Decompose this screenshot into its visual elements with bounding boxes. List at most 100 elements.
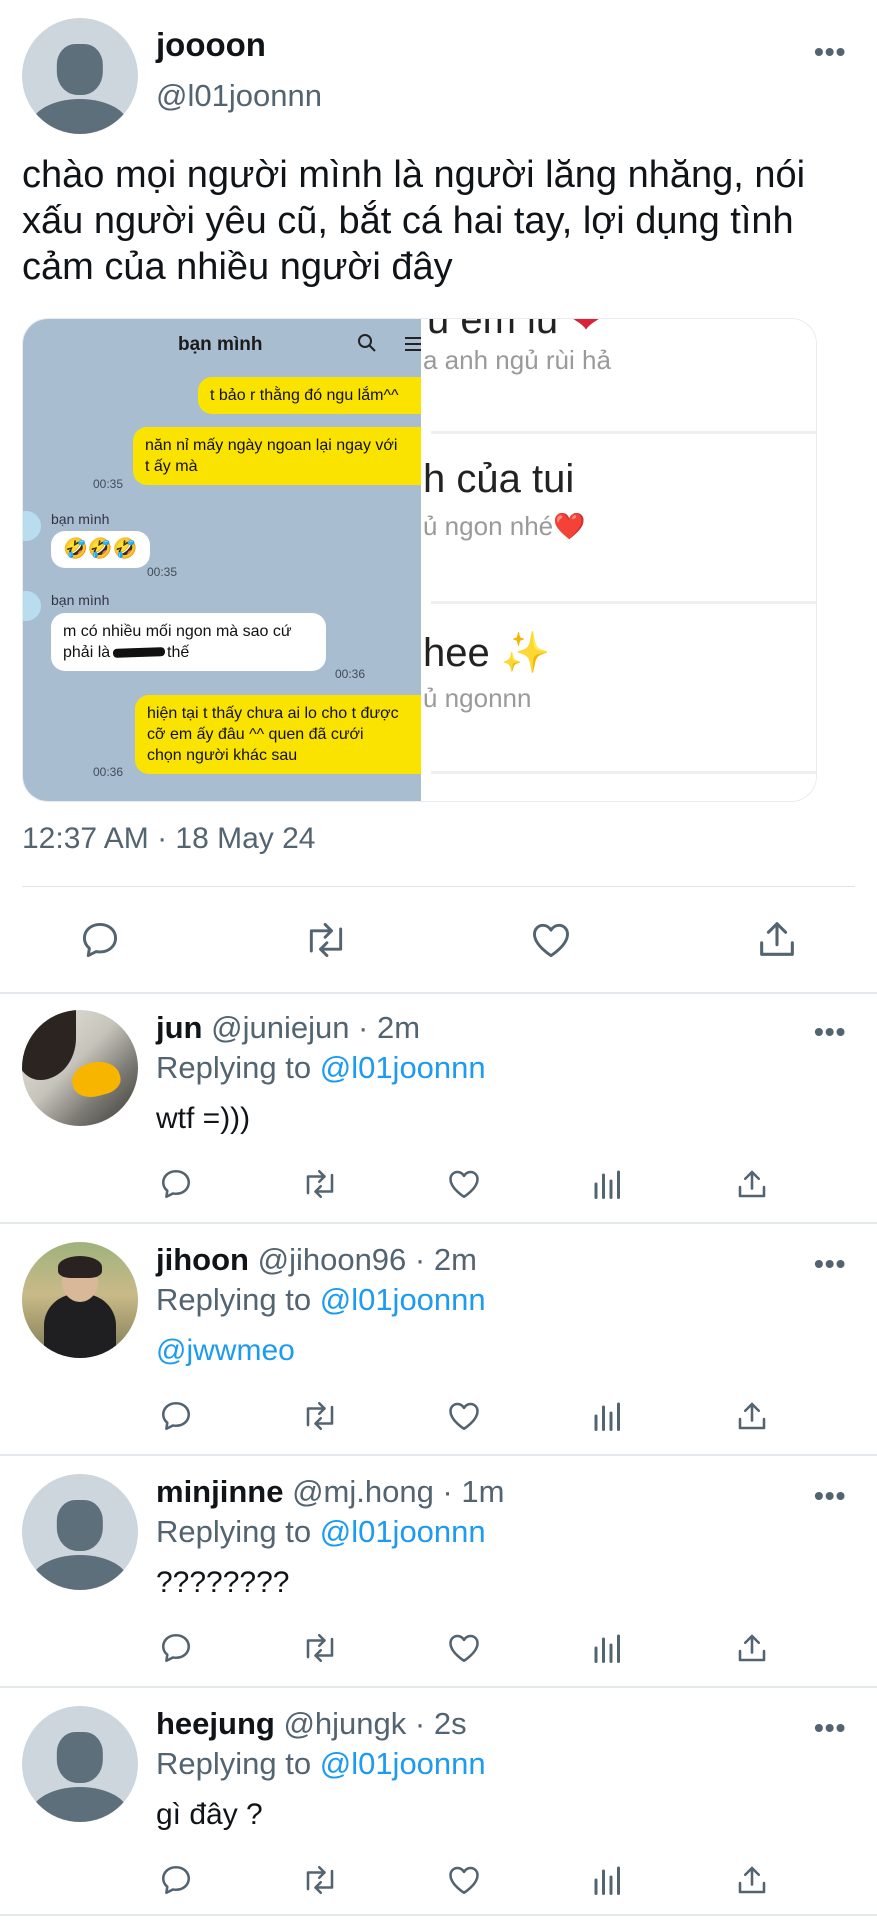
reply-author[interactable]: jun @juniejun · 2m <box>156 1010 420 1046</box>
menu-icon <box>405 336 421 352</box>
replying-to: Replying to @l01joonnn <box>156 1746 486 1782</box>
notification-title: hee ✨ <box>423 629 551 676</box>
avatar-photo <box>22 1010 76 1080</box>
friend-avatar <box>23 591 41 621</box>
heart-icon: ❤ <box>569 319 603 342</box>
reply-text: gì đây ? <box>156 1798 263 1831</box>
replying-label: Replying to <box>156 1050 320 1085</box>
replying-mention-link[interactable]: @l01joonnn <box>320 1514 486 1549</box>
retweet-icon[interactable] <box>300 1630 340 1666</box>
divider <box>0 1222 877 1224</box>
chat-screenshot: bạn mình t bảo r thằng đó ngu lắm^^ năn … <box>23 319 421 801</box>
divider <box>0 1686 877 1688</box>
reply-handle-time: @mj.hong · 1m <box>283 1474 505 1509</box>
more-options-icon[interactable]: ••• <box>814 1250 846 1278</box>
chat-message: năn nỉ mấy ngày ngoan lại ngay với t ấy … <box>133 427 421 485</box>
share-icon[interactable] <box>734 1630 770 1666</box>
replying-to: Replying to @l01joonnn <box>156 1050 486 1086</box>
retweet-icon[interactable] <box>302 918 350 962</box>
chat-time: 00:35 <box>93 477 124 491</box>
more-options-icon[interactable]: ••• <box>814 1018 846 1046</box>
reply-avatar[interactable] <box>22 1242 138 1358</box>
chat-message-part: thế <box>162 644 190 661</box>
chat-time: 00:36 <box>93 765 124 779</box>
messages-screenshot: u em iu ❤ a anh ngủ rùi hả h của tui ủ n… <box>421 319 816 801</box>
share-icon[interactable] <box>734 1862 770 1898</box>
retweet-icon[interactable] <box>300 1166 340 1202</box>
reply-icon[interactable] <box>158 1398 194 1434</box>
friend-avatar <box>23 511 41 541</box>
views-icon[interactable] <box>590 1862 626 1898</box>
replying-mention-link[interactable]: @l01joonnn <box>320 1746 486 1781</box>
divider <box>0 1454 877 1456</box>
chat-sender: bạn mình <box>51 592 110 608</box>
notification-title: h của tui <box>423 457 575 501</box>
reply-icon[interactable] <box>158 1166 194 1202</box>
reply-author[interactable]: minjinne @mj.hong · 1m <box>156 1474 504 1510</box>
reply-avatar[interactable] <box>22 1010 138 1126</box>
replying-to: Replying to @l01joonnn <box>156 1514 486 1550</box>
redaction-scribble: xxxxxx <box>115 642 163 663</box>
tweet-timestamp[interactable]: 12:37 AM · 18 May 24 <box>22 822 316 856</box>
divider <box>0 992 877 994</box>
author-display-name[interactable]: joooon <box>156 26 266 64</box>
replying-mention-link[interactable]: @l01joonnn <box>320 1282 486 1317</box>
reply-display-name: minjinne <box>156 1474 284 1509</box>
reply-text: ???????? <box>156 1566 290 1599</box>
chat-title: bạn mình <box>178 334 263 355</box>
avatar-photo <box>68 1056 124 1102</box>
heart-icon: ❤️ <box>553 511 586 541</box>
retweet-icon[interactable] <box>300 1398 340 1434</box>
divider <box>0 1914 877 1916</box>
replying-mention-link[interactable]: @l01joonnn <box>320 1050 486 1085</box>
notification-title-text: hee <box>423 631 490 675</box>
divider <box>431 771 816 774</box>
tweet-media-image[interactable]: bạn mình t bảo r thằng đó ngu lắm^^ năn … <box>22 318 817 802</box>
notification-title: u em iu ❤ <box>427 319 603 343</box>
reply-author[interactable]: heejung @hjungk · 2s <box>156 1706 467 1742</box>
retweet-icon[interactable] <box>300 1862 340 1898</box>
reply-handle-time: @hjungk · 2s <box>274 1706 467 1741</box>
reply-icon[interactable] <box>158 1630 194 1666</box>
reply-icon[interactable] <box>78 918 122 962</box>
like-icon[interactable] <box>446 1630 482 1666</box>
sparkles-icon: ✨ <box>500 631 551 675</box>
reply-display-name: jihoon <box>156 1242 249 1277</box>
share-icon[interactable] <box>754 916 800 962</box>
share-icon[interactable] <box>734 1398 770 1434</box>
tweet-text: chào mọi người mình là người lăng nhăng,… <box>22 154 806 288</box>
more-options-icon[interactable]: ••• <box>814 1714 846 1742</box>
reply-display-name: jun <box>156 1010 203 1045</box>
divider <box>431 431 816 434</box>
reply-icon[interactable] <box>158 1862 194 1898</box>
notification-subtitle: ủ ngonnn <box>423 683 532 713</box>
reply-author[interactable]: jihoon @jihoon96 · 2m <box>156 1242 477 1278</box>
notification-subtitle-text: ủ ngon nhé <box>423 511 554 541</box>
reply-avatar[interactable] <box>22 1706 138 1822</box>
chat-message: m có nhiều mối ngon mà sao cứ phải là xx… <box>51 613 326 671</box>
reply-text: wtf =))) <box>156 1102 251 1135</box>
views-icon[interactable] <box>590 1166 626 1202</box>
like-icon[interactable] <box>528 918 574 962</box>
chat-message: hiện tại t thấy chưa ai lo cho t được cỡ… <box>135 695 421 774</box>
more-options-icon[interactable]: ••• <box>814 1482 846 1510</box>
replying-label: Replying to <box>156 1746 320 1781</box>
views-icon[interactable] <box>590 1398 626 1434</box>
chat-time: 00:35 <box>147 565 178 579</box>
like-icon[interactable] <box>446 1862 482 1898</box>
author-avatar[interactable] <box>22 18 138 134</box>
author-handle[interactable]: @l01joonnn <box>156 78 322 114</box>
divider <box>22 886 855 887</box>
reply-avatar[interactable] <box>22 1474 138 1590</box>
replying-to: Replying to @l01joonnn <box>156 1282 486 1318</box>
chat-time: 00:36 <box>335 667 366 681</box>
chat-message: t bảo r thằng đó ngu lắm^^ <box>198 377 421 414</box>
share-icon[interactable] <box>734 1166 770 1202</box>
reply-handle-time: @juniejun · 2m <box>202 1010 421 1045</box>
like-icon[interactable] <box>446 1166 482 1202</box>
reply-mention-link[interactable]: @jwwmeo <box>156 1334 295 1368</box>
more-options-icon[interactable]: ••• <box>814 38 846 66</box>
search-icon <box>357 333 377 353</box>
views-icon[interactable] <box>590 1630 626 1666</box>
like-icon[interactable] <box>446 1398 482 1434</box>
